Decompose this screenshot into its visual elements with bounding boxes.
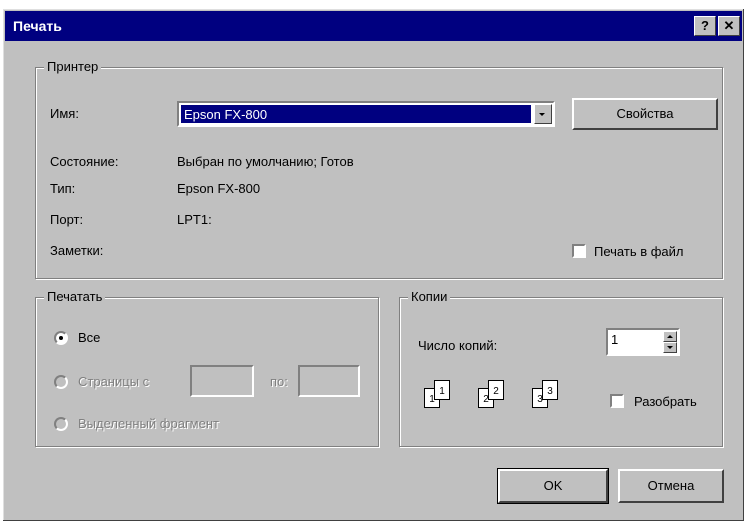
- printer-group: Принтер Имя: Epson FX-800 Свойства Состо…: [35, 59, 723, 279]
- print-to-file-checkbox[interactable]: [572, 244, 586, 258]
- close-button[interactable]: ✕: [718, 16, 740, 36]
- printer-name-value: Epson FX-800: [181, 105, 531, 123]
- copies-group: Копии Число копий: 1 1 1 2 2 3 3 Разобра…: [399, 289, 723, 447]
- properties-button[interactable]: Свойства: [572, 98, 718, 130]
- printer-name-select[interactable]: Epson FX-800: [177, 101, 555, 127]
- collate-label[interactable]: Разобрать: [634, 394, 697, 409]
- notes-label: Заметки:: [50, 243, 104, 258]
- spin-up-icon[interactable]: [663, 331, 677, 342]
- copies-count-label: Число копий:: [418, 338, 498, 353]
- collate-pages-icon: 1 1 2 2 3 3: [424, 376, 584, 416]
- print-range-group: Печатать Все Страницы с по: Выделенный ф…: [35, 289, 379, 447]
- collate-checkbox[interactable]: [610, 394, 624, 408]
- print-range-group-label: Печатать: [44, 289, 106, 304]
- type-value: Epson FX-800: [177, 181, 261, 196]
- selection-label: Выделенный фрагмент: [78, 416, 219, 431]
- status-value: Выбран по умолчанию; Готов: [177, 154, 354, 169]
- copies-count-spinner[interactable]: 1: [606, 328, 680, 356]
- copies-count-value: 1: [611, 332, 619, 347]
- cancel-button[interactable]: Отмена: [618, 469, 724, 503]
- window-title: Печать: [13, 18, 62, 34]
- print-to-file-label[interactable]: Печать в файл: [594, 244, 684, 259]
- all-pages-radio[interactable]: [54, 331, 68, 345]
- print-dialog: Печать ? ✕ Принтер Имя: Epson FX-800 Сво…: [2, 8, 745, 522]
- printer-group-label: Принтер: [44, 59, 102, 74]
- ok-button[interactable]: OK: [497, 468, 609, 504]
- pages-radio[interactable]: [54, 375, 68, 389]
- spin-down-icon[interactable]: [663, 342, 677, 353]
- port-label: Порт:: [50, 212, 84, 227]
- pages-to-field[interactable]: [298, 365, 360, 397]
- type-label: Тип:: [50, 181, 76, 196]
- selection-radio[interactable]: [54, 417, 68, 431]
- pages-label: Страницы с: [78, 374, 150, 389]
- pages-to-label: по:: [270, 374, 288, 389]
- dropdown-arrow-icon[interactable]: [534, 104, 552, 124]
- copies-group-label: Копии: [408, 289, 451, 304]
- all-pages-label[interactable]: Все: [78, 330, 100, 345]
- pages-from-field[interactable]: [190, 365, 254, 397]
- help-button[interactable]: ?: [694, 16, 716, 36]
- port-value: LPT1:: [177, 212, 212, 227]
- title-bar: Печать ? ✕: [5, 11, 742, 41]
- status-label: Состояние:: [50, 154, 119, 169]
- printer-name-label: Имя:: [50, 106, 79, 121]
